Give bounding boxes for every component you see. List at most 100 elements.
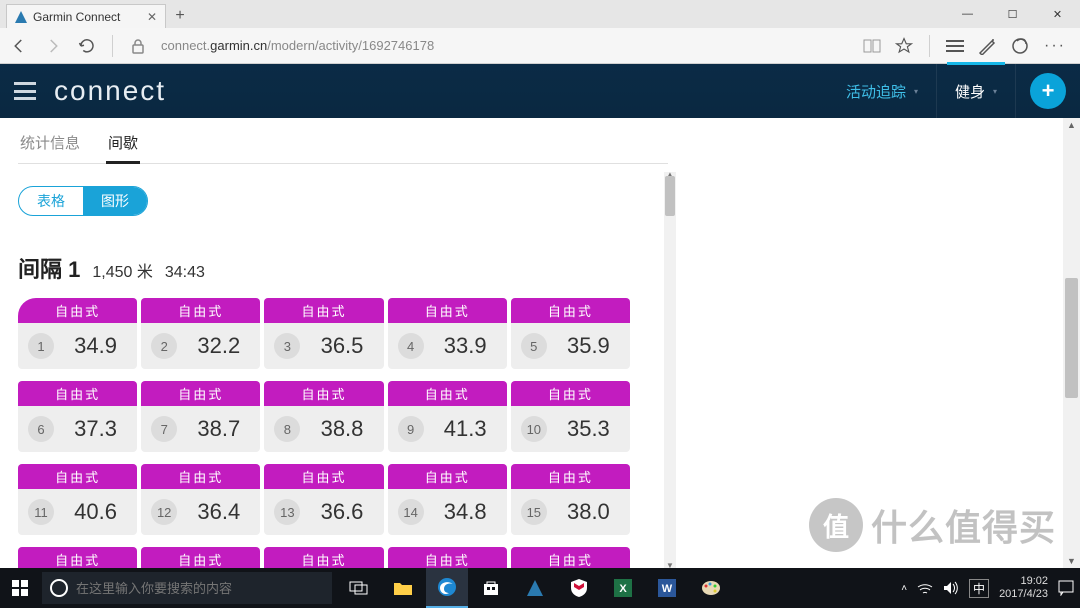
url-path: /modern/activity/1692746178 xyxy=(267,38,434,53)
interval-card[interactable]: 自由式 3 36.5 xyxy=(264,298,383,369)
app-mcafee-icon[interactable] xyxy=(558,568,600,608)
tab-stats[interactable]: 统计信息 xyxy=(18,126,82,163)
window-minimize-button[interactable]: — xyxy=(945,0,990,28)
browser-tab[interactable]: Garmin Connect ✕ xyxy=(6,4,166,28)
lap-value: 36.5 xyxy=(310,333,373,359)
app-word-icon[interactable]: W xyxy=(646,568,688,608)
app-paint-icon[interactable] xyxy=(690,568,732,608)
inner-scrollbar[interactable]: ▲ ▼ xyxy=(664,172,676,568)
lap-number-badge: 13 xyxy=(274,499,300,525)
interval-card[interactable]: 自由式1538.0 xyxy=(511,464,630,535)
toggle-chart[interactable]: 图形 xyxy=(83,187,147,215)
app-excel-icon[interactable]: X xyxy=(602,568,644,608)
lap-number-badge: 11 xyxy=(28,499,54,525)
window-maximize-button[interactable]: ☐ xyxy=(990,0,1035,28)
interval-card[interactable]: 自由式535.9 xyxy=(511,298,630,369)
file-explorer-icon[interactable] xyxy=(382,568,424,608)
interval-card[interactable]: 自由式941.3 xyxy=(388,381,507,452)
app-garmin-icon[interactable] xyxy=(514,568,556,608)
lap-value: 37.3 xyxy=(64,416,127,442)
app-header: connect 活动追踪▾ 健身▾ + xyxy=(0,64,1080,118)
tray-ime-icon[interactable]: 中 xyxy=(969,579,989,598)
toggle-table[interactable]: 表格 xyxy=(19,187,83,215)
url-prefix: connect. xyxy=(161,38,210,53)
card-stroke-label: 自由式 xyxy=(388,381,507,406)
favorite-icon[interactable] xyxy=(895,37,913,55)
inner-scroll-thumb[interactable] xyxy=(665,176,675,216)
interval-card[interactable]: 自由式134.9 xyxy=(18,298,137,369)
windows-taskbar: X W ˄ 中 19:02 2017/4/23 xyxy=(0,568,1080,608)
interval-card[interactable]: 自由式637.3 xyxy=(18,381,137,452)
app-logo[interactable]: connect xyxy=(54,75,166,107)
page-scrollbar[interactable]: ▲ ▼ xyxy=(1063,118,1080,568)
site-lock-icon[interactable] xyxy=(127,35,149,57)
interval-card[interactable]: 自由式1140.6 xyxy=(18,464,137,535)
interval-card[interactable]: 自由式 4 33.9 xyxy=(388,298,507,369)
lap-number-badge: 3 xyxy=(274,333,300,359)
reading-view-icon[interactable] xyxy=(863,38,881,54)
more-icon[interactable]: ··· xyxy=(1044,37,1066,55)
tray-up-icon[interactable]: ˄ xyxy=(901,583,907,594)
card-stroke-label: 自由式 xyxy=(388,298,507,323)
page-scroll-thumb[interactable] xyxy=(1065,278,1078,398)
hub-icon[interactable] xyxy=(946,39,964,53)
tab-intervals[interactable]: 间歇 xyxy=(106,126,140,163)
edge-browser-icon[interactable] xyxy=(426,568,468,608)
tray-network-icon[interactable] xyxy=(917,581,933,595)
cortana-icon xyxy=(50,579,68,597)
taskbar-clock[interactable]: 19:02 2017/4/23 xyxy=(999,575,1048,601)
interval-card[interactable]: 自由式738.7 xyxy=(141,381,260,452)
taskbar-search[interactable] xyxy=(42,572,332,604)
taskbar-search-input[interactable] xyxy=(76,581,324,596)
lap-number-badge: 4 xyxy=(398,333,424,359)
interval-card[interactable]: 自由式232.2 xyxy=(141,298,260,369)
lap-number-badge: 6 xyxy=(28,416,54,442)
action-center-icon[interactable] xyxy=(1058,580,1074,596)
interval-row: 自由式 6 37.3 自由式738.7自由式838.8自由式941.3自由式1035.… xyxy=(18,381,630,452)
share-icon[interactable] xyxy=(1010,37,1030,55)
interval-card[interactable]: 自由式1035.3 xyxy=(511,381,630,452)
forward-button[interactable] xyxy=(42,35,64,57)
svg-text:X: X xyxy=(619,583,627,595)
nav-activity-tracking[interactable]: 活动追踪▾ xyxy=(828,64,937,118)
notes-icon[interactable] xyxy=(978,37,996,55)
new-tab-button[interactable]: + xyxy=(166,4,194,28)
lap-value: 32.2 xyxy=(187,333,250,359)
chevron-down-icon: ▾ xyxy=(914,87,918,96)
arrow-left-icon xyxy=(10,37,28,55)
card-stroke-label: 自由式 xyxy=(18,298,137,323)
lap-number-badge: 7 xyxy=(151,416,177,442)
interval-card[interactable]: 自由式838.8 xyxy=(264,381,383,452)
url-host: garmin.cn xyxy=(210,38,267,53)
interval-card[interactable]: 自由式1236.4 xyxy=(141,464,260,535)
back-button[interactable] xyxy=(8,35,30,57)
chevron-down-icon: ▾ xyxy=(993,87,997,96)
tray-volume-icon[interactable] xyxy=(943,581,959,595)
taskbar-apps: X W xyxy=(338,568,732,608)
card-stroke-label: 自由式 xyxy=(18,464,137,489)
lap-value: 35.9 xyxy=(557,333,620,359)
address-bar[interactable]: connect.garmin.cn/modern/activity/169274… xyxy=(161,38,851,53)
interval-card[interactable]: 自由式1336.6 xyxy=(264,464,383,535)
interval-grid: 自由式134.9自由式232.2自由式336.5自由式433.9自由式535.9… xyxy=(18,298,1045,608)
nav-fitness[interactable]: 健身▾ xyxy=(937,64,1016,118)
card-stroke-label: 自由式 xyxy=(264,381,383,406)
store-icon[interactable] xyxy=(470,568,512,608)
card-stroke-label: 自由式 xyxy=(141,464,260,489)
lap-value: 34.9 xyxy=(64,333,127,359)
interval-card[interactable]: 自由式1434.8 xyxy=(388,464,507,535)
start-button[interactable] xyxy=(0,580,40,596)
card-stroke-label: 自由式 xyxy=(264,298,383,323)
lap-value: 33.9 xyxy=(434,333,497,359)
refresh-button[interactable] xyxy=(76,35,98,57)
window-close-button[interactable]: ✕ xyxy=(1035,0,1080,28)
task-view-button[interactable] xyxy=(338,568,380,608)
add-button[interactable]: + xyxy=(1030,73,1066,109)
hamburger-menu-icon[interactable] xyxy=(14,82,36,100)
tab-close-icon[interactable]: ✕ xyxy=(147,10,157,24)
lap-value: 36.6 xyxy=(310,499,373,525)
lap-number-badge: 2 xyxy=(151,333,177,359)
lap-number-badge: 14 xyxy=(398,499,424,525)
interval-row: 自由式1140.6自由式1236.4自由式1336.6自由式1434.8自由式1… xyxy=(18,464,630,535)
lap-value: 38.8 xyxy=(310,416,373,442)
